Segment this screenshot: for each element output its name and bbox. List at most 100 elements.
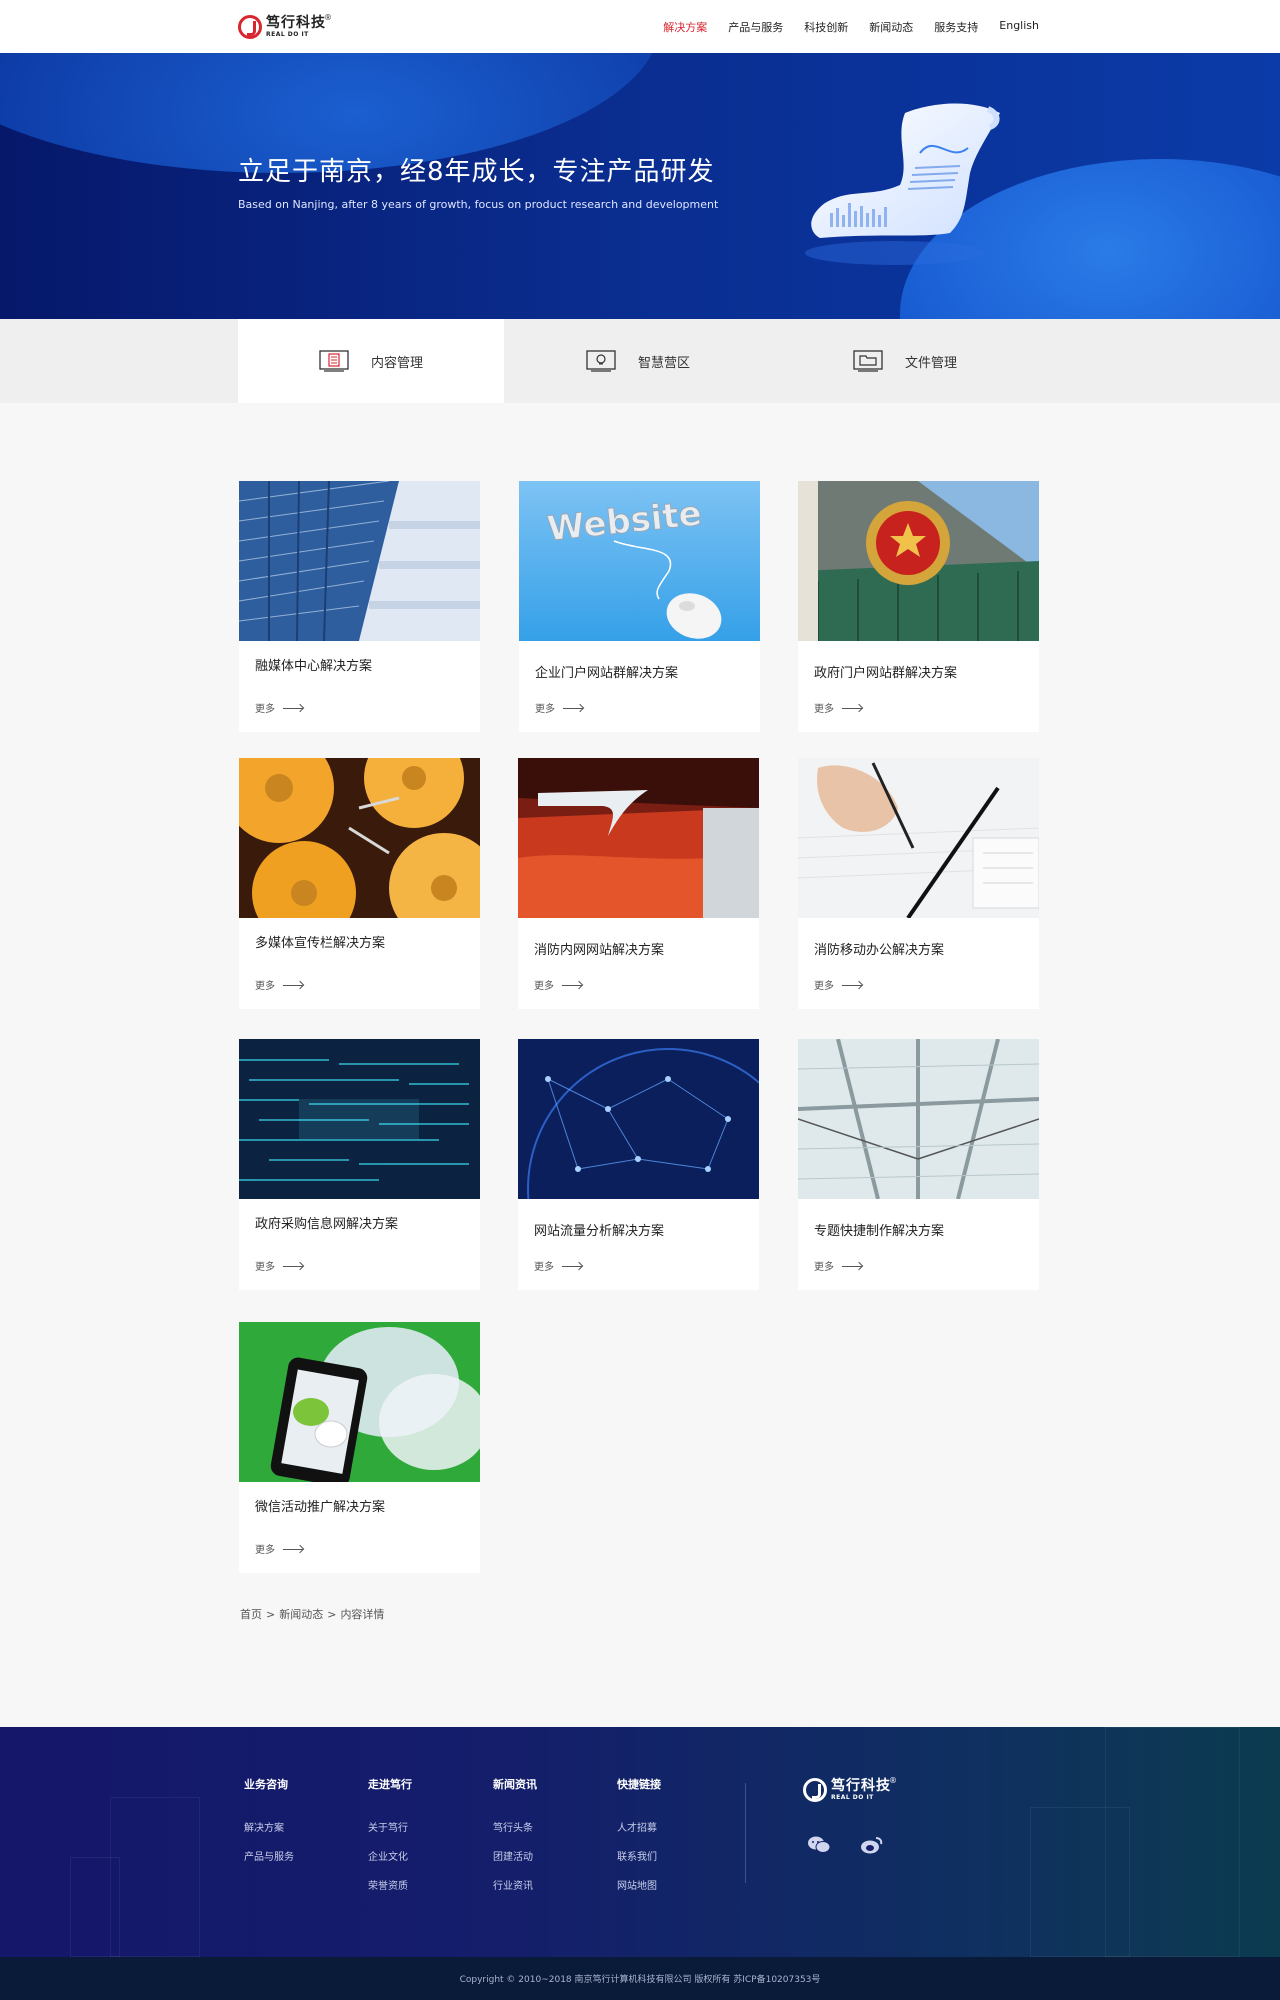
logo-registered-mark: ® bbox=[889, 1776, 897, 1785]
wechat-icon[interactable] bbox=[807, 1835, 831, 1855]
footer-heading: 快捷链接 bbox=[617, 1778, 661, 1791]
header: 笃行科技 REAL DO IT ® 解决方案 产品与服务 科技创新 新闻动态 服… bbox=[0, 0, 1280, 53]
footer-link[interactable]: 解决方案 bbox=[244, 1819, 294, 1834]
more-label: 更多 bbox=[814, 704, 834, 715]
lightbulb-icon bbox=[586, 350, 616, 372]
more-link[interactable]: 更多 bbox=[814, 1258, 862, 1273]
footer-link[interactable]: 行业资讯 bbox=[493, 1877, 537, 1892]
nav-item-solutions[interactable]: 解决方案 bbox=[663, 19, 707, 35]
footer-column-news: 新闻资讯 笃行头条 团建活动 行业资讯 bbox=[493, 1776, 537, 1906]
solution-card[interactable]: 消防移动办公解决方案 更多 bbox=[798, 758, 1039, 1009]
card-title: 政府门户网站群解决方案 bbox=[814, 666, 958, 681]
more-link[interactable]: 更多 bbox=[814, 700, 862, 715]
nav-item-support[interactable]: 服务支持 bbox=[934, 19, 978, 35]
footer: 业务咨询 解决方案 产品与服务 走进笃行 关于笃行 企业文化 荣誉资质 新闻资讯… bbox=[0, 1727, 1280, 1957]
nav-item-english[interactable]: English bbox=[999, 19, 1039, 35]
breadcrumb-news[interactable]: 新闻动态 bbox=[279, 1608, 323, 1621]
category-tabs: 内容管理 智慧营区 文件管理 bbox=[0, 319, 1280, 403]
footer-heading: 走进笃行 bbox=[368, 1778, 412, 1791]
card-title: 政府采购信息网解决方案 bbox=[255, 1217, 399, 1232]
nav-item-innovation[interactable]: 科技创新 bbox=[804, 19, 848, 35]
banner-title: 立足于南京，经8年成长，专注产品研发 bbox=[238, 157, 715, 187]
logo-name: 笃行科技 bbox=[831, 1778, 891, 1794]
arrow-right-icon bbox=[842, 705, 862, 711]
breadcrumb-current: 内容详情 bbox=[340, 1608, 385, 1621]
building-image bbox=[239, 481, 480, 641]
tab-file-management[interactable]: 文件管理 bbox=[772, 319, 1038, 403]
logo[interactable]: 笃行科技 REAL DO IT ® bbox=[238, 14, 332, 40]
main-nav: 解决方案 产品与服务 科技创新 新闻动态 服务支持 English bbox=[663, 19, 1039, 35]
more-label: 更多 bbox=[534, 1262, 554, 1273]
footer-link[interactable]: 关于笃行 bbox=[368, 1819, 412, 1834]
breadcrumb-separator: > bbox=[327, 1608, 337, 1621]
footer-link[interactable]: 笃行头条 bbox=[493, 1819, 537, 1834]
arrow-right-icon bbox=[563, 705, 583, 711]
more-label: 更多 bbox=[814, 1262, 834, 1273]
solution-card[interactable]: 融媒体中心解决方案 更多 bbox=[239, 481, 480, 732]
solution-card[interactable]: Website 企业门户网站群解决方案 更多 bbox=[519, 481, 760, 732]
tab-label: 文件管理 bbox=[904, 355, 957, 371]
footer-link[interactable]: 联系我们 bbox=[617, 1848, 661, 1863]
weibo-icon[interactable] bbox=[860, 1835, 884, 1855]
solution-card[interactable]: 消防内网网站解决方案 更多 bbox=[518, 758, 759, 1009]
website-mouse-image: Website bbox=[519, 481, 760, 641]
solution-card[interactable]: 微信活动推广解决方案 更多 bbox=[239, 1322, 480, 1573]
solution-card[interactable]: 多媒体宣传栏解决方案 更多 bbox=[239, 758, 480, 1009]
more-label: 更多 bbox=[255, 981, 275, 992]
logo-tagline: REAL DO IT bbox=[266, 31, 309, 38]
logo-mark-icon bbox=[238, 15, 262, 39]
nav-item-news[interactable]: 新闻动态 bbox=[869, 19, 913, 35]
footer-divider bbox=[745, 1783, 746, 1883]
solution-card[interactable]: 专题快捷制作解决方案 更多 bbox=[798, 1039, 1039, 1290]
solution-card[interactable]: 政府采购信息网解决方案 更多 bbox=[239, 1039, 480, 1290]
card-title: 网站流量分析解决方案 bbox=[534, 1224, 665, 1239]
footer-link[interactable]: 企业文化 bbox=[368, 1848, 412, 1863]
breadcrumb-home[interactable]: 首页 bbox=[240, 1608, 262, 1621]
footer-building-decoration bbox=[1105, 1727, 1240, 1957]
tab-smart-camp[interactable]: 智慧营区 bbox=[505, 319, 771, 403]
more-label: 更多 bbox=[255, 1545, 275, 1556]
more-link[interactable]: 更多 bbox=[534, 1258, 582, 1273]
more-link[interactable]: 更多 bbox=[255, 1258, 303, 1273]
footer-link[interactable]: 荣誉资质 bbox=[368, 1877, 412, 1892]
tab-label: 内容管理 bbox=[370, 355, 423, 371]
more-label: 更多 bbox=[255, 704, 275, 715]
more-link[interactable]: 更多 bbox=[255, 700, 303, 715]
footer-heading: 业务咨询 bbox=[244, 1778, 288, 1791]
footer-logo[interactable]: 笃行科技 REAL DO IT ® bbox=[803, 1777, 897, 1802]
more-link[interactable]: 更多 bbox=[255, 1541, 303, 1556]
glass-roof-image bbox=[798, 1039, 1039, 1199]
footer-link[interactable]: 人才招募 bbox=[617, 1819, 661, 1834]
footer-link[interactable]: 团建活动 bbox=[493, 1848, 537, 1863]
code-stream-image bbox=[239, 1039, 480, 1199]
card-title: 融媒体中心解决方案 bbox=[255, 659, 373, 674]
nav-item-products[interactable]: 产品与服务 bbox=[728, 19, 783, 35]
hard-drive-image bbox=[239, 758, 480, 918]
content-management-icon bbox=[319, 350, 349, 372]
more-link[interactable]: 更多 bbox=[814, 977, 862, 992]
arrow-right-icon bbox=[283, 1263, 303, 1269]
arrow-right-icon bbox=[842, 982, 862, 988]
footer-link[interactable]: 产品与服务 bbox=[244, 1848, 294, 1863]
card-title: 微信活动推广解决方案 bbox=[255, 1500, 386, 1515]
tab-content-management[interactable]: 内容管理 bbox=[238, 319, 504, 403]
more-link[interactable]: 更多 bbox=[255, 977, 303, 992]
arrow-right-icon bbox=[283, 1546, 303, 1552]
arrow-right-icon bbox=[562, 982, 582, 988]
footer-heading: 新闻资讯 bbox=[493, 1778, 537, 1791]
arrow-right-icon bbox=[842, 1263, 862, 1269]
solution-card[interactable]: 政府门户网站群解决方案 更多 bbox=[798, 481, 1039, 732]
card-title: 消防移动办公解决方案 bbox=[814, 943, 945, 958]
more-link[interactable]: 更多 bbox=[534, 977, 582, 992]
arrow-right-icon bbox=[283, 982, 303, 988]
breadcrumb-separator: > bbox=[266, 1608, 276, 1621]
footer-link[interactable]: 网站地图 bbox=[617, 1877, 661, 1892]
solution-card[interactable]: 网站流量分析解决方案 更多 bbox=[518, 1039, 759, 1290]
network-globe-image bbox=[518, 1039, 759, 1199]
arrow-right-icon bbox=[562, 1263, 582, 1269]
logo-name: 笃行科技 bbox=[266, 15, 326, 31]
tab-label: 智慧营区 bbox=[637, 355, 690, 371]
more-link[interactable]: 更多 bbox=[535, 700, 583, 715]
fire-truck-image bbox=[518, 758, 759, 918]
banner-subtitle: Based on Nanjing, after 8 years of growt… bbox=[238, 198, 719, 211]
